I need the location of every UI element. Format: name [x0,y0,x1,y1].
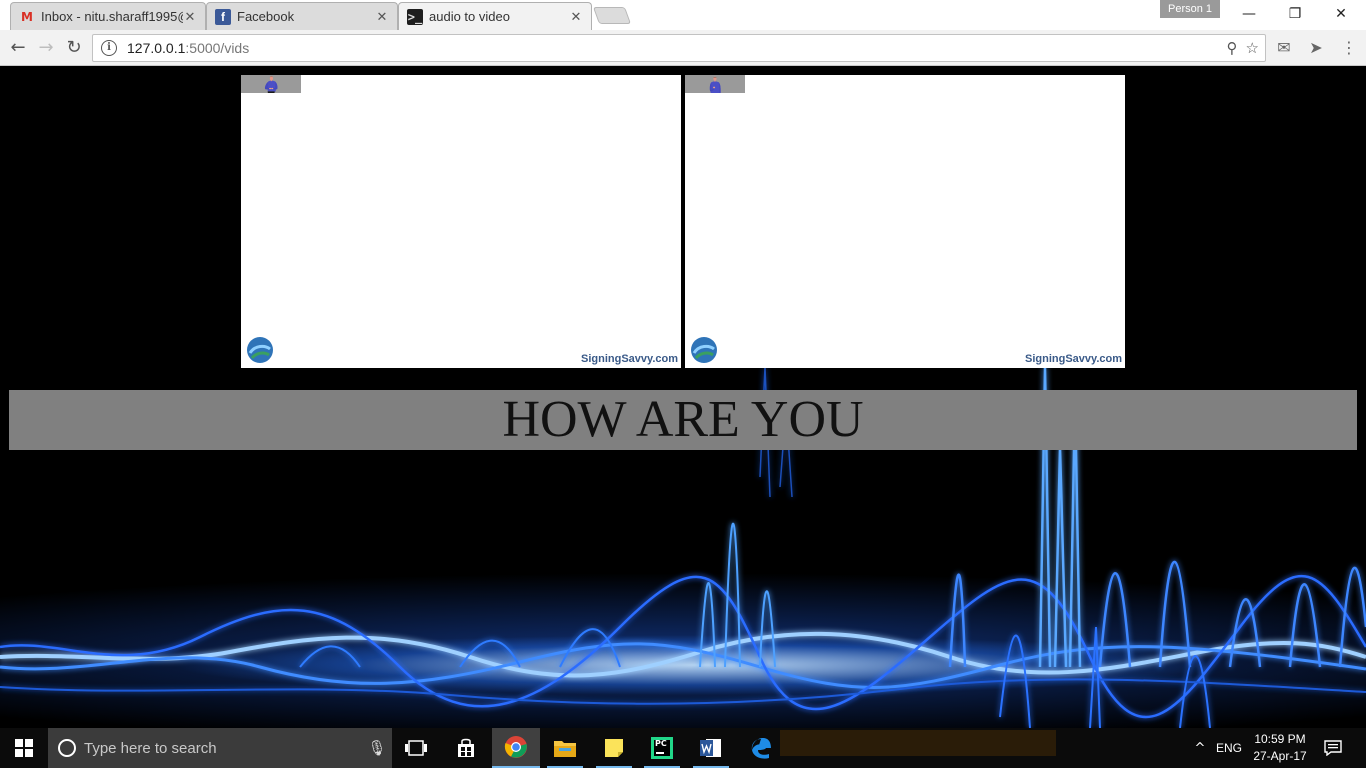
close-icon[interactable]: ✕ [375,9,389,25]
edge-icon[interactable] [737,728,785,768]
menu-icon[interactable]: ⋮ [1336,35,1362,61]
task-view-icon[interactable] [392,728,440,768]
extension-icon[interactable]: ✉ [1271,35,1297,61]
store-icon[interactable] [442,728,490,768]
facebook-icon: f [215,8,231,25]
file-explorer-icon[interactable] [541,728,589,768]
bookmark-star-icon[interactable]: ☆ [1246,39,1259,57]
tab-title: audio to video [429,9,510,24]
address-bar[interactable]: i 127.0.0.1:5000/vids ⚲ ☆ [92,34,1266,62]
sign-video-1[interactable]: SigningSavvy.com [241,75,681,368]
show-hidden-icons-chevron-icon[interactable]: ^ [1188,728,1212,768]
reload-icon[interactable]: ↻ [61,35,87,61]
tab-title: Inbox - nitu.sharaff1995@ [41,9,183,24]
chrome-icon[interactable] [492,728,540,768]
cortana-icon [58,739,76,757]
signer-figure [241,75,301,93]
back-icon[interactable]: ← [5,35,31,61]
windows-logo-icon [15,739,33,757]
tab-facebook[interactable]: f Facebook ✕ [206,2,398,30]
window-close-icon[interactable]: ✕ [1318,0,1364,28]
browser-toolbar: ← → ↻ i 127.0.0.1:5000/vids ⚲ ☆ ✉ ➤ ⋮ [0,30,1366,66]
forward-icon[interactable]: → [33,35,59,61]
close-icon[interactable]: ✕ [183,9,197,25]
word-icon[interactable] [687,728,735,768]
minimize-icon[interactable]: — [1226,0,1272,28]
browser-tab-strip: M Inbox - nitu.sharaff1995@ ✕ f Facebook… [0,0,1366,30]
url-path: :5000/vids [185,40,250,56]
windows-taskbar: Type here to search 🎙 PC ^ ENG 10:59 PM … [0,728,1366,768]
new-tab-button[interactable] [592,7,632,24]
profile-button[interactable]: Person 1 [1160,0,1220,18]
action-center-icon[interactable] [1320,728,1346,768]
watermark: SigningSavvy.com [581,353,678,365]
url-host: 127.0.0.1 [127,40,186,56]
clock-time: 10:59 PM [1254,732,1306,746]
gmail-icon: M [21,9,33,24]
tab-audio-to-video[interactable]: >_ audio to video ✕ [398,2,592,30]
site-info-icon[interactable]: i [101,40,117,56]
start-button[interactable] [0,728,48,768]
page-content: SigningSavvy.com SigningSavvy.com HOW AR… [0,67,1366,728]
watermark: SigningSavvy.com [1025,353,1122,365]
signing-savvy-logo [691,337,717,363]
transcript-caption: HOW ARE YOU [9,390,1357,450]
sign-video-2[interactable]: SigningSavvy.com [685,75,1125,368]
tab-gmail[interactable]: M Inbox - nitu.sharaff1995@ ✕ [10,2,206,30]
microphone-icon[interactable]: 🎙 [362,739,392,757]
signing-savvy-logo [247,337,273,363]
sticky-notes-icon[interactable] [590,728,638,768]
clock-date: 27-Apr-17 [1253,749,1307,763]
restore-icon[interactable]: ❐ [1272,0,1318,28]
taskbar-highlight-strip [780,730,1056,756]
signer-figure [685,75,745,93]
tab-title: Facebook [237,9,295,24]
pycharm-icon[interactable]: PC [638,728,686,768]
cursor-extension-icon[interactable]: ➤ [1303,35,1329,61]
terminal-icon: >_ [407,8,423,25]
language-indicator[interactable]: ENG [1212,728,1246,768]
zoom-icon[interactable]: ⚲ [1227,39,1238,57]
system-clock[interactable]: 10:59 PM 27-Apr-17 [1246,731,1314,765]
close-icon[interactable]: ✕ [569,9,583,25]
taskbar-search-box[interactable]: Type here to search 🎙 [48,728,392,768]
search-placeholder: Type here to search [84,739,217,757]
